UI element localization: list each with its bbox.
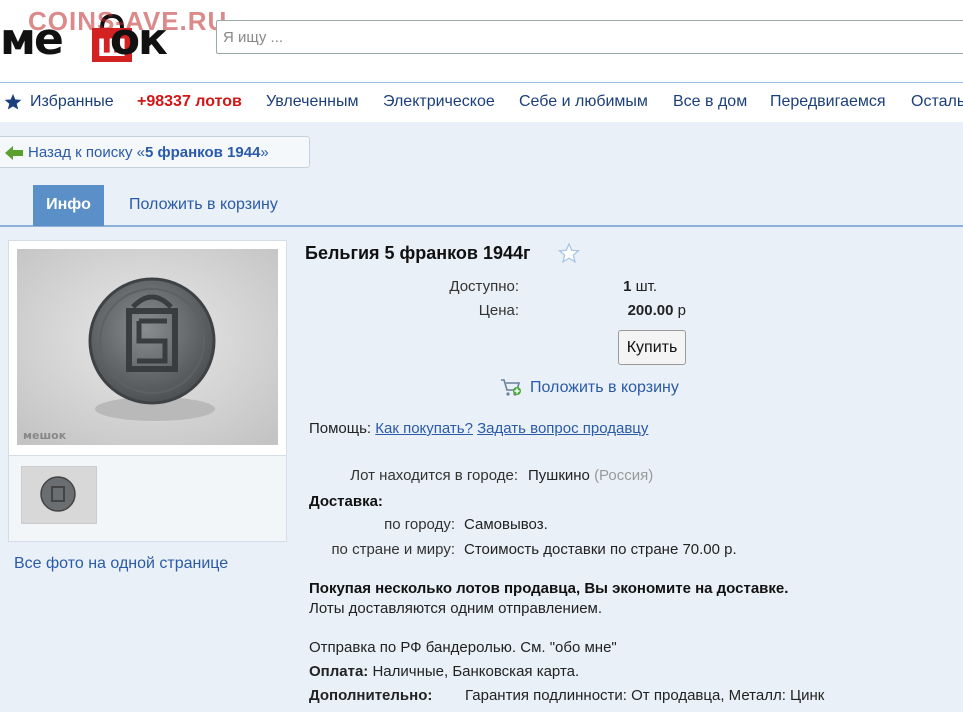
nav-item-electric[interactable]: Электрическое — [383, 93, 495, 111]
payment-value: Наличные, Банковская карта. — [372, 663, 580, 680]
price-value: 200.00 р — [628, 302, 686, 319]
price-label: Цена: — [478, 302, 519, 319]
nav-item-transport[interactable]: Передвигаемся — [770, 93, 886, 111]
coin-photo: мешок — [17, 249, 278, 445]
back-suffix: » — [260, 144, 269, 161]
main-photo[interactable]: мешок — [17, 249, 278, 445]
back-query: 5 франков 1944 — [144, 144, 261, 161]
delivery-world-value: Стоимость доставки по стране 70.00 р. — [464, 541, 737, 558]
savings-heading: Покупая несколько лотов продавца, Вы эко… — [309, 580, 789, 597]
thumbnail-1[interactable] — [21, 466, 97, 524]
available-value: 1 шт. — [623, 278, 657, 295]
help-row: Помощь: Как покупать? Задать вопрос прод… — [309, 420, 648, 437]
category-nav: Избранные +98337 лотов Увлеченным Электр… — [0, 82, 963, 122]
payment-row: Оплата: Наличные, Банковская карта. — [309, 663, 579, 680]
price-amount: 200.00 — [627, 302, 674, 319]
help-label: Помощь: — [309, 420, 372, 437]
thumbnail-strip — [9, 455, 286, 541]
back-arrow-icon — [5, 146, 23, 160]
country-name: (Россия) — [594, 467, 654, 484]
nav-item-self-and-loved[interactable]: Себе и любимым — [519, 93, 648, 111]
delivery-heading: Доставка: — [309, 493, 383, 510]
nav-item-home[interactable]: Все в дом — [673, 93, 747, 111]
price-currency: р — [677, 302, 686, 319]
cart-add-icon[interactable] — [500, 377, 522, 397]
delivery-city-label: по городу: — [384, 516, 455, 533]
extra-label: Дополнительно: — [309, 687, 433, 704]
city-name: Пушкино — [528, 467, 590, 484]
city-value: Пушкино (Россия) — [528, 467, 653, 484]
savings-note: Лоты доставляются одним отправлением. — [309, 600, 603, 617]
nav-item-lot-count[interactable]: +98337 лотов — [137, 93, 242, 111]
available-unit: шт. — [635, 278, 657, 295]
back-to-search-label: Назад к поиску «5 франков 1944» — [28, 144, 269, 161]
back-to-search-button[interactable]: Назад к поиску «5 франков 1944» — [0, 136, 310, 168]
photo-watermark: мешок — [23, 429, 67, 442]
star-icon — [4, 93, 22, 110]
add-to-cart-link[interactable]: Положить в корзину — [530, 379, 679, 397]
photo-gallery: мешок — [8, 240, 287, 542]
ask-seller-link[interactable]: Задать вопрос продавцу — [477, 420, 648, 437]
shipping-note: Отправка по РФ бандеролью. См. "обо мне" — [309, 639, 617, 656]
nav-item-other[interactable]: Осталь — [911, 93, 963, 111]
tab-bar: Инфо Положить в корзину — [0, 185, 963, 227]
coin-thumbnail — [22, 467, 96, 523]
all-photos-link[interactable]: Все фото на одной странице — [14, 555, 228, 573]
buy-button[interactable]: Купить — [618, 330, 686, 365]
available-count: 1 — [623, 278, 632, 295]
city-label: Лот находится в городе: — [350, 467, 518, 484]
lot-title: Бельгия 5 франков 1944г — [305, 243, 531, 263]
extra-value: Гарантия подлинности: От продавца, Метал… — [465, 687, 825, 704]
how-to-buy-link[interactable]: Как покупать? — [375, 420, 473, 437]
nav-item-hobbies[interactable]: Увлеченным — [266, 93, 359, 111]
favorite-star-icon[interactable] — [558, 242, 580, 264]
watermark-text: COINS-AVE.RU — [28, 6, 228, 36]
available-label: Доступно: — [449, 278, 519, 295]
nav-item-favorites[interactable]: Избранные — [30, 93, 114, 111]
payment-label: Оплата: — [309, 663, 369, 680]
header: Ш ме ок COINS-AVE.RU — [0, 0, 963, 82]
search-input[interactable] — [216, 20, 963, 54]
delivery-city-value: Самовывоз. — [464, 516, 548, 533]
delivery-world-label: по стране и миру: — [331, 541, 455, 558]
tab-add-to-cart[interactable]: Положить в корзину — [129, 196, 278, 214]
back-prefix: Назад к поиску « — [28, 144, 145, 161]
tab-info[interactable]: Инфо — [33, 185, 104, 226]
